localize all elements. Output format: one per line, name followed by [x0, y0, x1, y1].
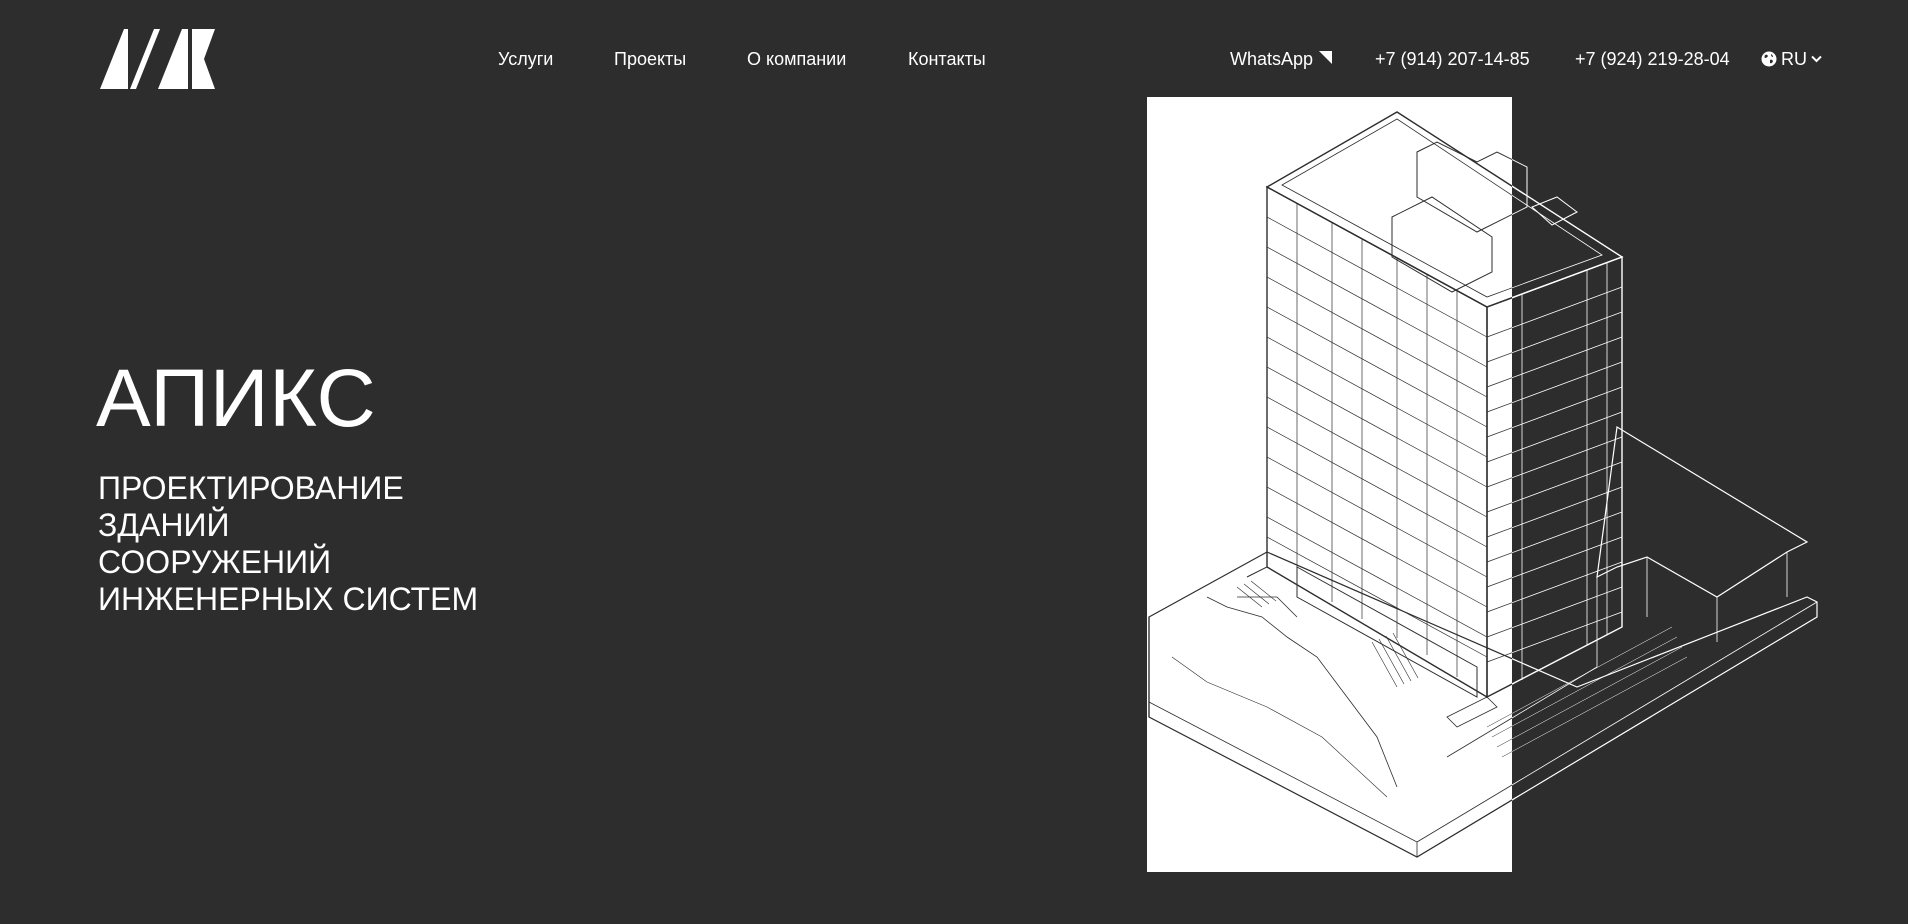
- hero-line: СООРУЖЕНИЙ: [98, 544, 332, 580]
- phone-link-1[interactable]: +7 (914) 207-14-85: [1375, 47, 1530, 71]
- whatsapp-label: WhatsApp: [1230, 49, 1314, 69]
- nav-item-about[interactable]: О компании: [747, 47, 846, 71]
- language-selector[interactable]: RU: [1761, 47, 1822, 71]
- arrow-up-right-icon: [1319, 51, 1333, 64]
- nav-item-contacts[interactable]: Контакты: [908, 47, 986, 71]
- hero-services-list: ПРОЕКТИРОВАНИЕ ЗДАНИЙ СООРУЖЕНИЙ ИНЖЕНЕР…: [98, 470, 478, 618]
- language-current: RU: [1781, 48, 1807, 69]
- nav-item-projects[interactable]: Проекты: [614, 47, 686, 71]
- hero-line: ЗДАНИЙ: [98, 507, 230, 543]
- nav-item-services[interactable]: Услуги: [498, 47, 553, 71]
- page: Услуги Проекты О компании Контакты Whats…: [0, 0, 1908, 924]
- whatsapp-link[interactable]: WhatsApp: [1230, 47, 1333, 71]
- chevron-down-icon: [1811, 55, 1822, 63]
- hero-line: ПРОЕКТИРОВАНИЕ: [98, 470, 404, 506]
- hero-line: ИНЖЕНЕРНЫХ СИСТЕМ: [98, 581, 479, 617]
- globe-icon: [1761, 51, 1777, 67]
- building-illustration: [1147, 97, 1818, 872]
- hero-title: АПИКС: [96, 353, 377, 444]
- phone-link-2[interactable]: +7 (924) 219-28-04: [1575, 47, 1730, 71]
